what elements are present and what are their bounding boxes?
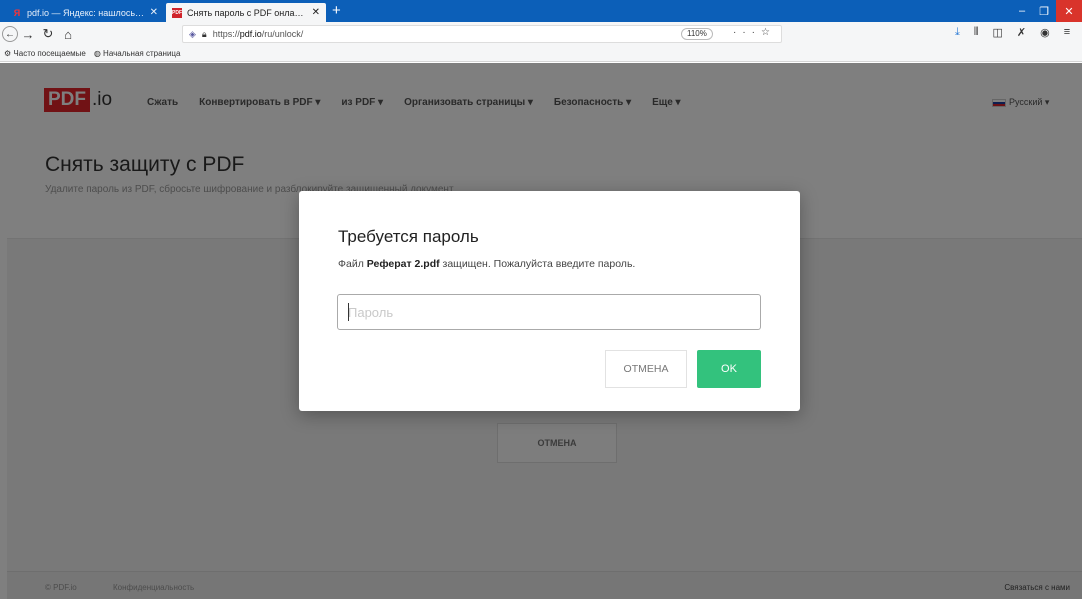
- url-bar[interactable]: ◈ 🔒︎ https://pdf.io/ru/unlock/ 110% ···☆: [182, 25, 782, 43]
- url-text: https://pdf.io/ru/unlock/: [212, 29, 304, 39]
- reload-icon[interactable]: ↻: [38, 24, 58, 44]
- tab-title: pdf.io — Яндекс: нашлось 5 м: [27, 7, 146, 18]
- toolbar-icons: ⤓ ⫴ ◫ ✗ ◉ ≡: [955, 26, 1070, 39]
- tab-pdfio[interactable]: PDF Снять пароль с PDF онлайн - ✕: [166, 3, 326, 22]
- ok-button[interactable]: OK: [697, 350, 761, 388]
- bookmark-frequent[interactable]: ⚙ Часто посещаемые: [4, 49, 86, 58]
- bookmarks-bar: ⚙ Часто посещаемые ◍ Начальная страница: [0, 46, 1082, 62]
- text-caret: [348, 303, 349, 321]
- forward-icon[interactable]: →: [18, 24, 38, 44]
- password-dialog: Требуется пароль Файл Реферат 2.pdf защи…: [299, 191, 800, 411]
- tab-yandex[interactable]: Я pdf.io — Яндекс: нашлось 5 м ✕: [6, 3, 164, 22]
- zoom-level[interactable]: 110%: [681, 28, 713, 40]
- download-icon[interactable]: ⤓: [955, 26, 960, 39]
- back-icon[interactable]: ←: [2, 26, 18, 42]
- lock-icon: 🔒︎: [201, 28, 207, 39]
- close-icon[interactable]: ✕: [312, 7, 320, 18]
- shield-icon: ◈: [189, 28, 196, 39]
- file-name: Реферат 2.pdf: [366, 258, 440, 270]
- bookmark-home[interactable]: ◍ Начальная страница: [94, 49, 181, 58]
- password-input[interactable]: [337, 294, 761, 330]
- extension-icon[interactable]: ✗: [1017, 26, 1026, 39]
- window-close-icon[interactable]: ✕: [1056, 0, 1082, 22]
- new-tab-icon[interactable]: +: [332, 3, 341, 19]
- dialog-title: Требуется пароль: [338, 227, 479, 246]
- yandex-icon: Я: [13, 7, 21, 18]
- dialog-message: Файл Реферат 2.pdf защищен. Пожалуйста в…: [338, 258, 636, 270]
- pdfio-icon: PDF: [172, 7, 182, 18]
- tab-title: Снять пароль с PDF онлайн -: [187, 7, 308, 18]
- cancel-button[interactable]: ОТМЕНА: [605, 350, 687, 388]
- browser-tab-bar: Я pdf.io — Яндекс: нашлось 5 м ✕ PDF Сня…: [0, 0, 1082, 22]
- home-icon[interactable]: ⌂: [58, 24, 78, 44]
- browser-nav-bar: ← → ↻ ⌂ ◈ 🔒︎ https://pdf.io/ru/unlock/ 1…: [0, 22, 1082, 46]
- sidebar-icon[interactable]: ◫: [993, 26, 1003, 39]
- close-icon[interactable]: ✕: [150, 7, 158, 18]
- library-icon[interactable]: ⫴: [974, 26, 979, 39]
- minimize-icon[interactable]: –: [1012, 0, 1032, 22]
- menu-icon[interactable]: ≡: [1064, 26, 1070, 39]
- account-icon[interactable]: ◉: [1040, 26, 1050, 39]
- maximize-icon[interactable]: ❐: [1034, 0, 1054, 22]
- page-actions-icon[interactable]: ···☆: [733, 27, 776, 38]
